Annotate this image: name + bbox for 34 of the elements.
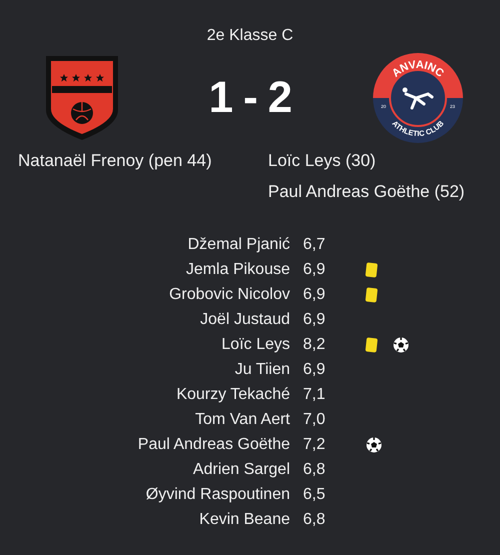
player-rating: 8,2 bbox=[302, 334, 326, 354]
player-rating: 6,7 bbox=[302, 234, 326, 254]
football-icon bbox=[366, 436, 382, 452]
player-rating: 6,9 bbox=[302, 310, 326, 330]
player-rating: 7,1 bbox=[302, 384, 326, 404]
player-name: Džemal Pjanić bbox=[186, 234, 290, 254]
player-name: Grobovic Nicolov bbox=[168, 284, 290, 304]
player-name: Jemla Pikouse bbox=[184, 260, 290, 280]
player-rating: 6,8 bbox=[302, 460, 326, 480]
goal-scorer: Natanaël Frenoy (pen 44) bbox=[18, 150, 213, 172]
booking-card-icon bbox=[365, 336, 378, 352]
booking-card-icon bbox=[365, 286, 378, 302]
goal-scorer: Loïc Leys (30) bbox=[268, 150, 377, 172]
player-rating: 6,9 bbox=[302, 360, 326, 380]
player-name: Adrien Sargel bbox=[192, 460, 290, 480]
player-rating: 7,2 bbox=[302, 434, 326, 454]
player-name: Øyvind Raspoutinen bbox=[144, 484, 290, 504]
player-name: Loïc Leys bbox=[220, 334, 290, 354]
score: 1 - 2 bbox=[208, 72, 292, 124]
player-name: Tom Van Aert bbox=[194, 410, 290, 430]
football-icon bbox=[393, 336, 409, 352]
goal-scorer: Paul Andreas Goëthe (52) bbox=[268, 180, 466, 202]
player-rating: 7,0 bbox=[302, 410, 326, 430]
player-name: Kourzy Tekaché bbox=[175, 384, 290, 404]
booking-card-icon bbox=[365, 262, 378, 278]
player-rating: 6,9 bbox=[302, 260, 326, 280]
player-name: Paul Andreas Goëthe bbox=[136, 434, 290, 454]
player-name: Kevin Beane bbox=[198, 510, 290, 530]
player-rating: 6,9 bbox=[302, 284, 326, 304]
competition-name: 2e Klasse C bbox=[206, 26, 294, 46]
player-rating: 6,8 bbox=[302, 510, 326, 530]
player-name: Joël Justaud bbox=[199, 310, 290, 330]
player-rating: 6,5 bbox=[302, 484, 326, 504]
player-name: Ju Tiien bbox=[234, 360, 290, 380]
